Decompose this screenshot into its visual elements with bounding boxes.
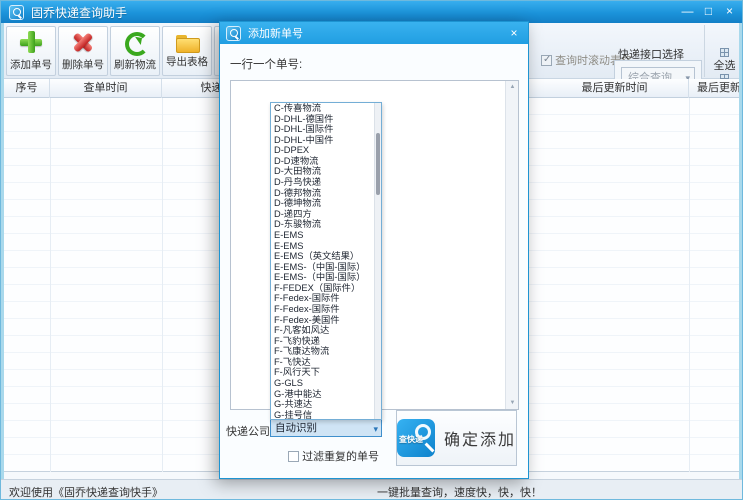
dialog-titlebar: 添加新单号 ×	[220, 22, 528, 44]
app-window: 固乔快递查询助手 — □ × 添加单号 删除单号 刷新物流 导出表格 排	[0, 0, 743, 500]
courier-option[interactable]: D-DHL-德国件	[271, 114, 381, 125]
refresh-logistics-button[interactable]: 刷新物流	[110, 26, 160, 76]
app-logo-icon	[9, 5, 24, 20]
status-slogan-text: 一键批量查询，速度快，快，快！	[377, 484, 542, 500]
status-bar: 欢迎使用《固乔快递查询快手》 一键批量查询，速度快，快，快！	[1, 479, 743, 500]
window-frame-left	[1, 23, 4, 479]
column-divider	[50, 98, 51, 472]
courier-option[interactable]: G-共速达	[271, 399, 381, 410]
scroll-up-icon[interactable]: ▲	[506, 81, 519, 93]
courier-option[interactable]: D-丹鸟快递	[271, 177, 381, 188]
one-per-line-label: 一行一个单号:	[230, 56, 302, 72]
courier-option[interactable]: E-EMS-（中国-国际）	[271, 272, 381, 283]
delete-number-button[interactable]: 删除单号	[58, 26, 108, 76]
dialog-logo-icon	[226, 26, 241, 41]
courier-list: C-传喜物流D-DHL-德国件D-DHL-国际件D-DHL-中国件D-DPEXD…	[270, 102, 382, 420]
status-welcome-text: 欢迎使用《固乔快递查询快手》	[9, 484, 163, 500]
courier-option[interactable]: E-EMS（英文结果）	[271, 251, 381, 262]
courier-option[interactable]: F-Fedex-美国件	[271, 315, 381, 326]
company-dropdown[interactable]: 自动识别 ▾	[270, 419, 382, 437]
courier-option[interactable]: F-Fedex-国际件	[271, 304, 381, 315]
app-title: 固乔快递查询助手	[31, 4, 127, 21]
courier-option[interactable]: C-传喜物流	[271, 103, 381, 114]
courier-options: C-传喜物流D-DHL-德国件D-DHL-国际件D-DHL-中国件D-DPEXD…	[271, 103, 381, 420]
chevron-down-icon: ▾	[373, 421, 378, 437]
col-最后更新时间[interactable]: 最后更新时间	[541, 79, 689, 98]
courier-option[interactable]: F-风行天下	[271, 367, 381, 378]
col-查单时间[interactable]: 查单时间	[50, 79, 162, 98]
courier-option[interactable]: D-DHL-国际件	[271, 124, 381, 135]
courier-option[interactable]: D-德坤物流	[271, 198, 381, 209]
col-序号[interactable]: 序号	[4, 79, 50, 98]
delete-icon	[71, 30, 95, 54]
courier-option[interactable]: E-EMS	[271, 241, 381, 252]
courier-option[interactable]: E-EMS-（中国-国际）	[271, 262, 381, 273]
courier-option[interactable]: F-FEDEX（国际件）	[271, 283, 381, 294]
folder-icon	[175, 33, 199, 51]
courier-list-scrollbar[interactable]	[374, 103, 381, 419]
courier-option[interactable]: F-飞豹快递	[271, 336, 381, 347]
minimize-button[interactable]: —	[679, 3, 696, 20]
courier-option[interactable]: D-德邦物流	[271, 188, 381, 199]
confirm-add-label: 确定添加	[444, 426, 516, 450]
courier-option[interactable]: D-DHL-中国件	[271, 135, 381, 146]
toolbar-divider	[704, 25, 705, 77]
column-divider	[162, 98, 163, 472]
courier-option[interactable]: E-EMS	[271, 230, 381, 241]
scroll-down-icon[interactable]: ▼	[506, 397, 519, 409]
courier-option[interactable]: G-港中能达	[271, 389, 381, 400]
maximize-button[interactable]: □	[700, 3, 717, 20]
scrollbar-thumb[interactable]	[376, 133, 380, 195]
select-all-button[interactable]: 全选	[707, 48, 742, 73]
window-frame-right	[739, 23, 742, 479]
courier-option[interactable]: G-GLS	[271, 378, 381, 389]
courier-option[interactable]: D-递四方	[271, 209, 381, 220]
courier-option[interactable]: F-飞康达物流	[271, 346, 381, 357]
textarea-scrollbar[interactable]: ▲ ▼	[505, 81, 518, 409]
confirm-add-button[interactable]: 查快递 确定添加	[396, 410, 517, 466]
add-number-dialog: 添加新单号 × 一行一个单号: ▲ ▼ C-传喜物流D-DHL-德国件D-DHL…	[219, 21, 529, 479]
checkbox-icon	[541, 55, 552, 66]
close-button[interactable]: ×	[721, 3, 738, 20]
courier-option[interactable]: F-Fedex-国际件	[271, 293, 381, 304]
refresh-icon	[123, 30, 147, 54]
column-divider	[689, 98, 690, 472]
courier-option[interactable]: G-挂号信	[271, 410, 381, 420]
courier-option[interactable]: D-东骏物流	[271, 219, 381, 230]
filter-duplicates-checkbox[interactable]: 过滤重复的单号	[288, 448, 379, 464]
plus-icon	[19, 30, 43, 54]
courier-option[interactable]: D-DPEX	[271, 145, 381, 156]
dialog-close-icon[interactable]: ×	[506, 25, 522, 41]
main-titlebar: 固乔快递查询助手 — □ ×	[1, 1, 743, 23]
select-all-icon	[720, 48, 729, 57]
courier-option[interactable]: F-飞快达	[271, 357, 381, 368]
courier-option[interactable]: D-D速物流	[271, 156, 381, 167]
col-最后更新物流[interactable]: 最后更新物流	[689, 79, 741, 98]
courier-option[interactable]: F-凡客如风达	[271, 325, 381, 336]
checkbox-icon	[288, 451, 299, 462]
chakuaidi-logo-icon: 查快递	[397, 419, 435, 457]
courier-option[interactable]: D-大田物流	[271, 166, 381, 177]
dialog-title: 添加新单号	[248, 25, 303, 41]
add-number-button[interactable]: 添加单号	[6, 26, 56, 76]
export-table-button[interactable]: 导出表格	[162, 26, 212, 76]
company-label: 快递公司:	[226, 423, 273, 439]
